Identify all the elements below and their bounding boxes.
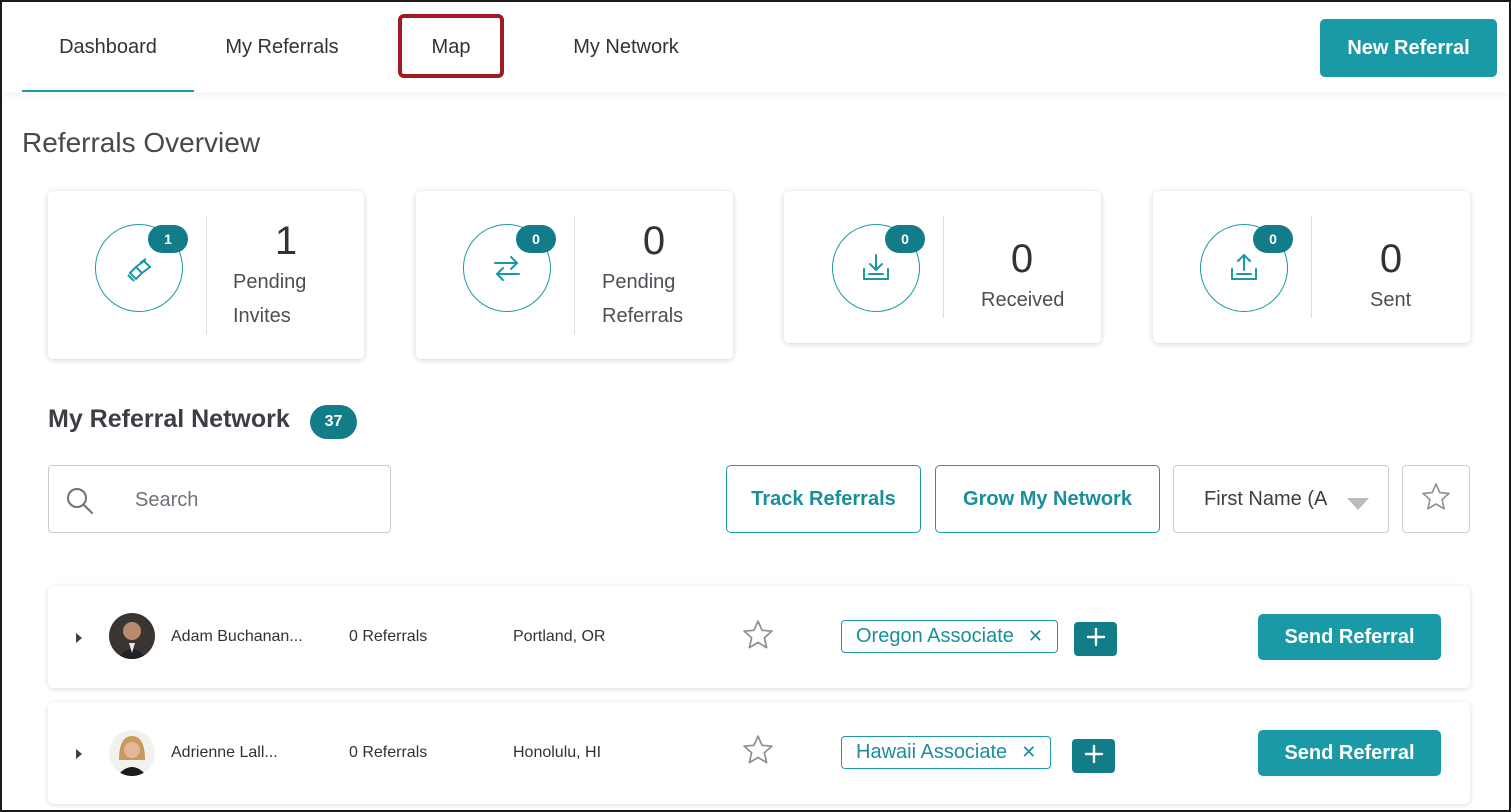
tab-label: Dashboard (59, 35, 157, 58)
pending-referrals-badge: 0 (516, 225, 556, 253)
card-divider (1311, 216, 1312, 318)
sent-badge: 0 (1253, 225, 1293, 253)
pending-invites-badge: 1 (148, 225, 188, 253)
sent-count: 0 (1379, 237, 1403, 281)
tab-my-network[interactable]: My Network (552, 2, 700, 92)
card-divider (943, 216, 944, 318)
group-tag: Oregon Associate ✕ (841, 620, 1058, 653)
expand-caret-icon[interactable] (75, 747, 83, 765)
avatar (109, 730, 155, 776)
page-title: Referrals Overview (22, 127, 261, 158)
search-input[interactable] (135, 484, 375, 516)
pending-referrals-label-line2: Referrals (602, 305, 684, 327)
sent-label: Sent (1370, 289, 1412, 311)
star-outline-icon[interactable] (742, 734, 774, 771)
stat-card-sent[interactable]: 0 0 Sent (1153, 191, 1470, 343)
star-outline-icon[interactable] (742, 619, 774, 656)
network-count-badge: 37 (310, 405, 357, 439)
stat-card-received[interactable]: 0 0 Received (784, 191, 1101, 343)
expand-caret-icon[interactable] (75, 631, 83, 649)
pending-referrals-label-line1: Pending (602, 271, 676, 293)
plus-icon (1086, 627, 1106, 652)
group-tag-label: Hawaii Associate (856, 741, 1008, 763)
send-referral-button[interactable]: Send Referral (1258, 730, 1441, 776)
avatar (109, 613, 155, 659)
sort-select[interactable]: First Name (A (1173, 465, 1389, 533)
pending-invites-label-line1: Pending (233, 271, 307, 293)
contact-name[interactable]: Adam Buchanan... (171, 628, 303, 646)
tab-dashboard[interactable]: Dashboard (22, 2, 194, 92)
close-icon[interactable]: ✕ (1028, 626, 1043, 647)
add-tag-button[interactable] (1074, 622, 1117, 656)
track-referrals-button[interactable]: Track Referrals (726, 465, 921, 533)
search-field[interactable] (48, 465, 391, 533)
group-tag: Hawaii Associate ✕ (841, 736, 1052, 769)
network-title: My Referral Network (48, 405, 290, 433)
received-label: Received (981, 289, 1065, 311)
stat-card-pending-invites[interactable]: 1 1 Pending Invites (48, 191, 364, 359)
pending-referrals-count: 0 (642, 219, 666, 263)
tab-label: My Referrals (225, 35, 339, 58)
contact-name[interactable]: Adrienne Lall... (171, 744, 278, 762)
contact-location: Honolulu, HI (513, 744, 602, 761)
tab-label: My Network (573, 35, 679, 58)
group-tag-label: Oregon Associate (856, 625, 1014, 647)
card-divider (574, 216, 575, 334)
tab-my-referrals[interactable]: My Referrals (208, 2, 356, 92)
stat-card-pending-referrals[interactable]: 0 0 Pending Referrals (416, 191, 733, 359)
network-row[interactable]: Adam Buchanan... 0 Referrals Portland, O… (48, 586, 1470, 688)
search-icon (65, 486, 95, 521)
card-divider (206, 216, 207, 334)
referral-count: 0 Referrals (349, 628, 428, 645)
new-referral-button[interactable]: New Referral (1320, 19, 1497, 77)
top-nav: Dashboard My Referrals Map My Network Ne… (2, 2, 1509, 92)
close-icon[interactable]: ✕ (1021, 742, 1036, 763)
contact-location: Portland, OR (513, 628, 606, 645)
network-row[interactable]: Adrienne Lall... 0 Referrals Honolulu, H… (48, 702, 1470, 804)
received-count: 0 (1010, 237, 1034, 281)
referral-count: 0 Referrals (349, 744, 428, 761)
send-referral-button[interactable]: Send Referral (1258, 614, 1441, 660)
favorites-filter-button[interactable] (1402, 465, 1470, 533)
add-tag-button[interactable] (1072, 739, 1115, 773)
grow-my-network-button[interactable]: Grow My Network (935, 465, 1160, 533)
pending-invites-count: 1 (274, 219, 298, 263)
star-outline-icon (1421, 482, 1451, 517)
map-tab-highlight-box (398, 14, 504, 78)
received-badge: 0 (885, 225, 925, 253)
chevron-down-icon (1346, 494, 1370, 517)
sort-select-value: First Name (A (1204, 488, 1328, 510)
plus-icon (1084, 744, 1104, 769)
pending-invites-label-line2: Invites (233, 305, 291, 327)
